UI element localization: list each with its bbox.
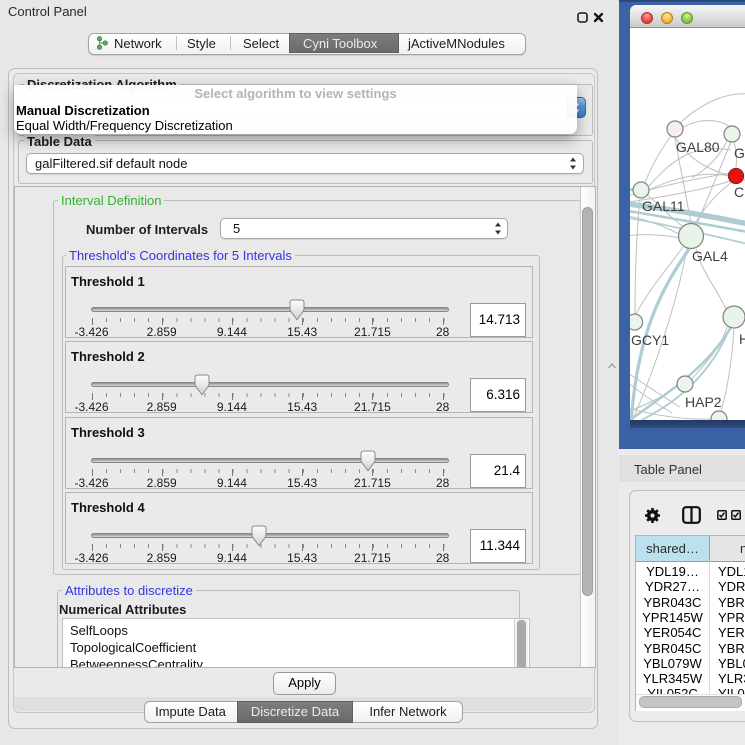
svg-text:HAP2: HAP2 [685, 394, 722, 410]
svg-text:GAL80: GAL80 [676, 139, 720, 155]
svg-text:GAL4: GAL4 [692, 248, 728, 264]
svg-text:H: H [739, 331, 745, 347]
svg-text:GCY1: GCY1 [631, 332, 669, 348]
svg-text:GA: GA [734, 145, 745, 161]
svg-text:C: C [734, 184, 744, 200]
svg-text:GAL11: GAL11 [642, 198, 685, 214]
